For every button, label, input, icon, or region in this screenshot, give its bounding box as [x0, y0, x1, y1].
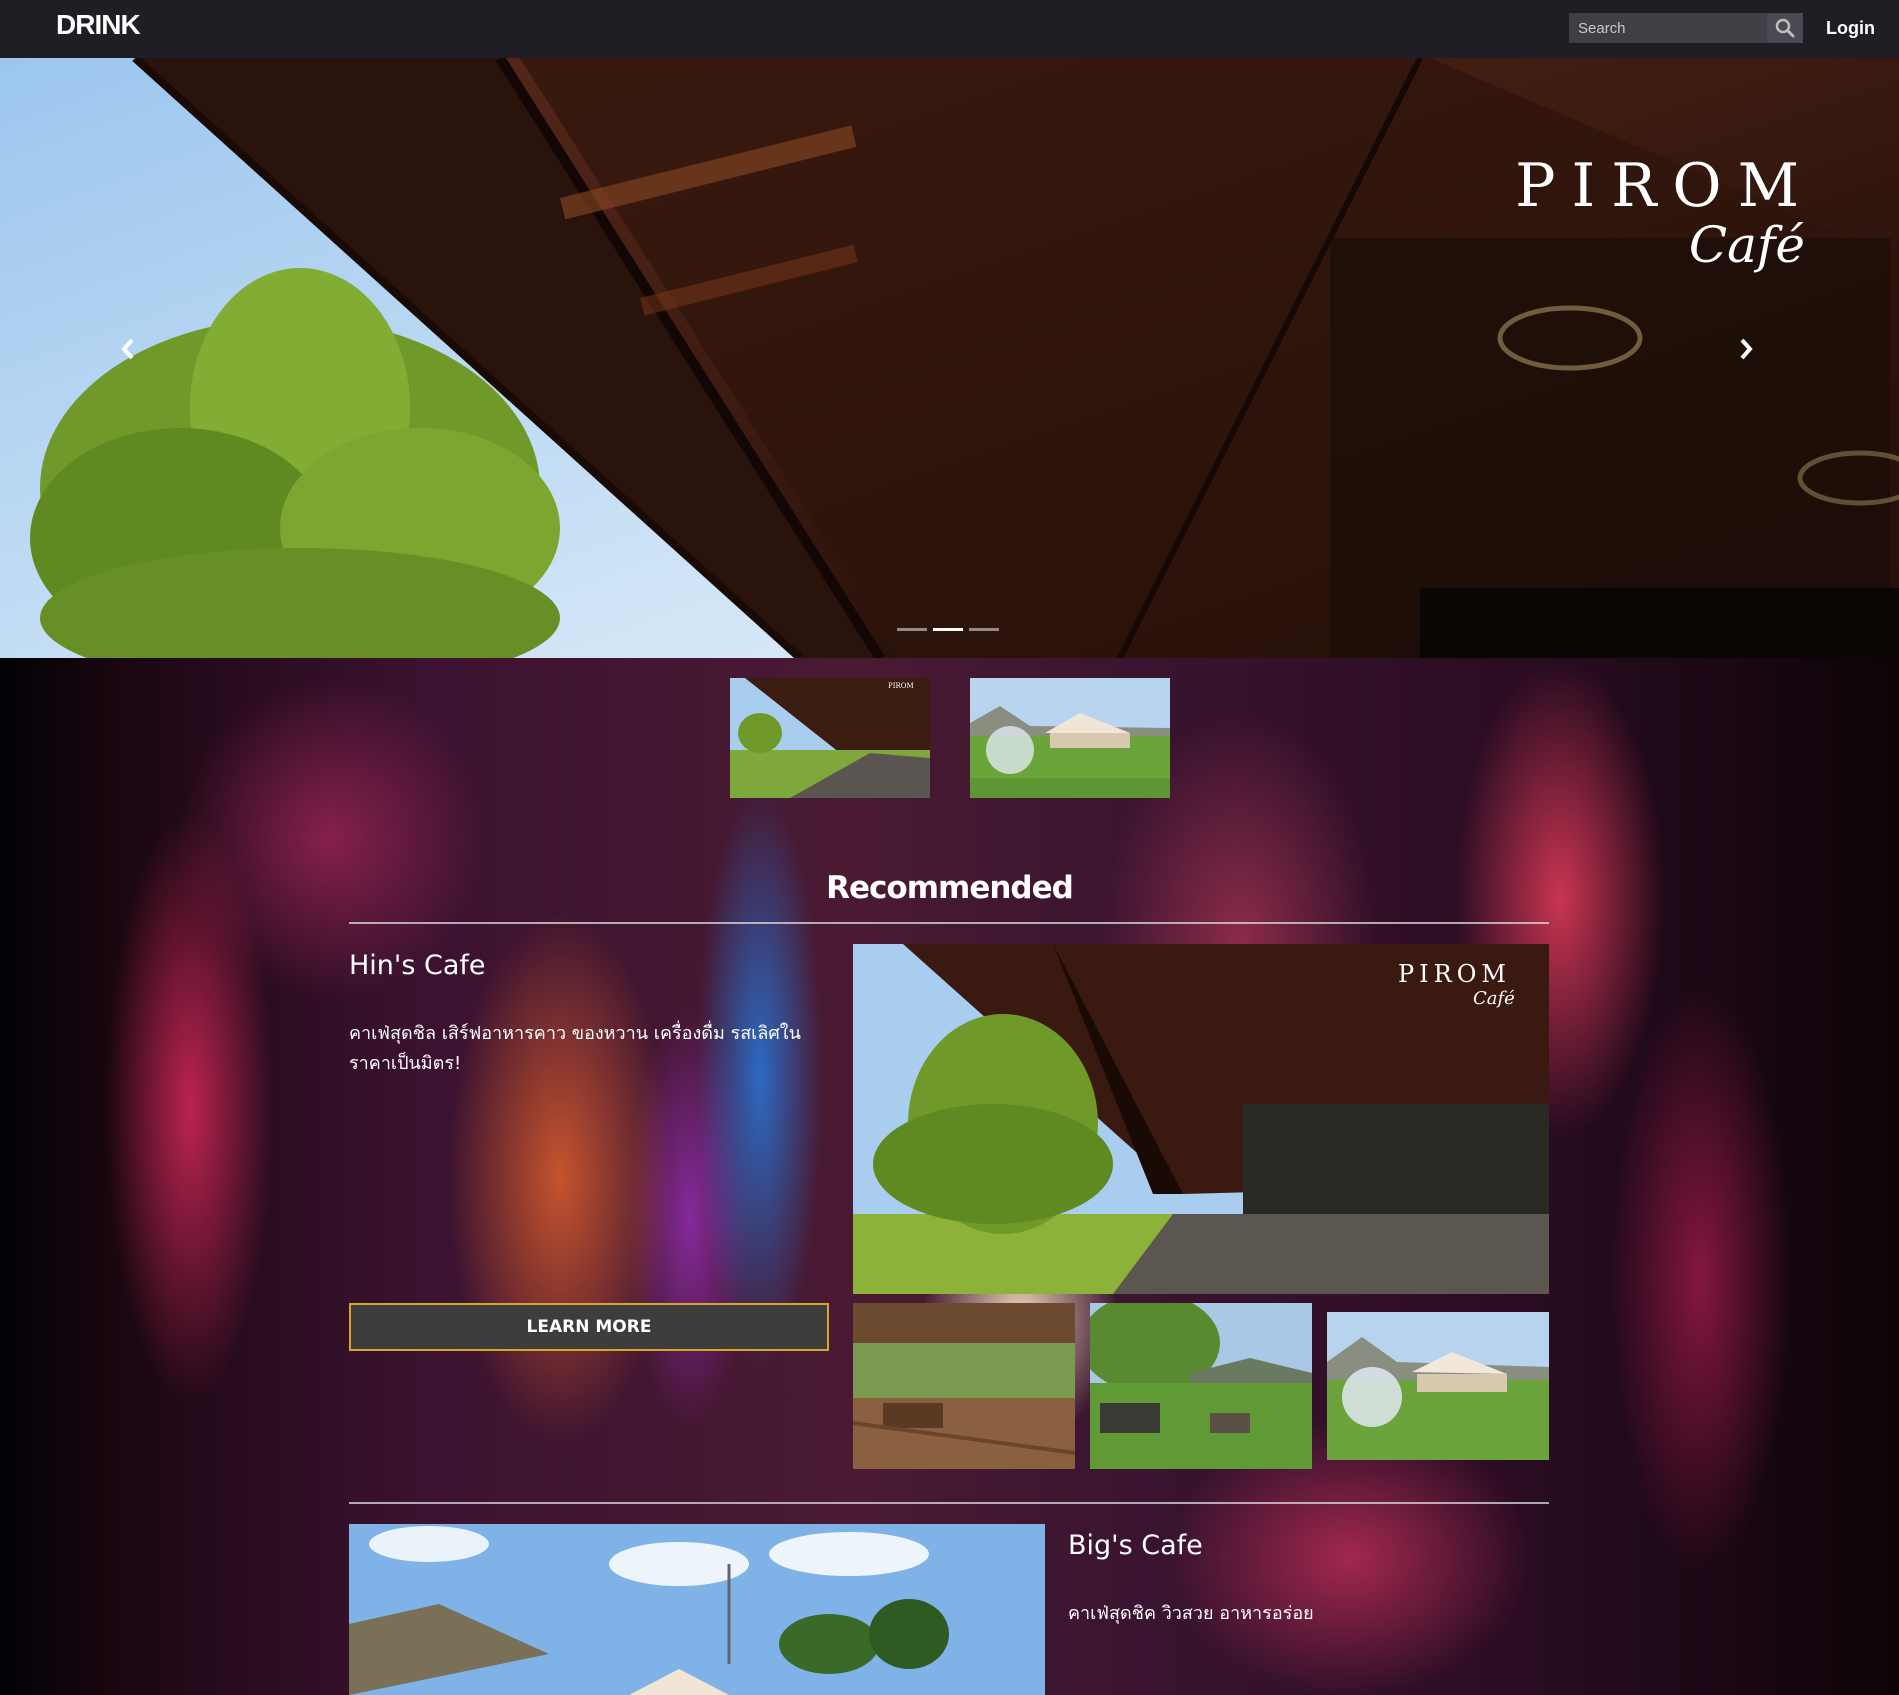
section-divider — [349, 1502, 1549, 1504]
carousel-prev-button[interactable] — [120, 338, 160, 378]
thumbnail-logo-text: PIROM — [888, 682, 914, 690]
learn-more-button[interactable]: LEARN MORE — [349, 1303, 829, 1351]
logo-title: PIROM — [1515, 151, 1815, 221]
carousel-next-button[interactable] — [1738, 338, 1778, 378]
cafe-title-bigs: Big's Cafe — [1068, 1530, 1203, 1561]
search-icon — [1775, 18, 1795, 38]
cafe-gallery-photo-1[interactable] — [853, 1303, 1075, 1469]
chevron-left-icon — [121, 338, 134, 360]
search-button[interactable] — [1767, 13, 1803, 43]
top-navbar: DRINK Login — [0, 0, 1899, 58]
cafe-main-photo-hins[interactable]: PIROM Café — [853, 944, 1549, 1294]
cafe-description-bigs: คาเฟ่สุดชิค วิวสวย อาหารอร่อย — [1068, 1603, 1314, 1624]
thumbnail-image — [970, 678, 1170, 798]
main-photo-logo-text: PIROM — [1398, 960, 1511, 988]
cafe-title-hins: Hin's Cafe — [349, 950, 486, 981]
thumbnail-pirom-cafe[interactable]: PIROM — [730, 678, 930, 798]
carousel-indicator-2[interactable] — [933, 628, 963, 631]
gallery-image — [1090, 1303, 1312, 1469]
hero-carousel: PIROM Café — [0, 58, 1899, 658]
cafe-gallery-photo-3[interactable] — [1327, 1312, 1549, 1460]
search-input[interactable] — [1569, 13, 1767, 43]
section-title-recommended: Recommended — [826, 870, 1074, 906]
login-link[interactable]: Login — [1826, 18, 1875, 39]
main-photo-logo-sub: Café — [1473, 988, 1515, 1009]
cafe-description-hins: คาเฟ่สุดชิล เสิร์ฟอาหารคาว ของหวาน เครื่… — [349, 1023, 801, 1074]
pirom-cafe-logo: PIROM Café — [1490, 156, 1815, 274]
thumbnail-image: PIROM — [730, 678, 930, 798]
cafe-main-image — [349, 1524, 1045, 1695]
logo-subtitle: Café — [1688, 216, 1805, 274]
cafe-gallery-photo-2[interactable] — [1090, 1303, 1312, 1469]
hero-image — [30, 58, 1899, 658]
carousel-indicator-1[interactable] — [897, 628, 927, 631]
chevron-right-icon — [1740, 338, 1753, 360]
cafe-main-image: PIROM Café — [853, 944, 1549, 1294]
gallery-image — [1327, 1312, 1549, 1460]
section-divider — [349, 922, 1549, 924]
brand-logo[interactable]: DRINK — [56, 9, 141, 41]
cafe-main-photo-bigs[interactable] — [349, 1524, 1045, 1695]
thumbnail-dome-cafe[interactable] — [970, 678, 1170, 798]
carousel-indicators — [897, 628, 999, 631]
gallery-image — [853, 1303, 1075, 1469]
carousel-indicator-3[interactable] — [969, 628, 999, 631]
